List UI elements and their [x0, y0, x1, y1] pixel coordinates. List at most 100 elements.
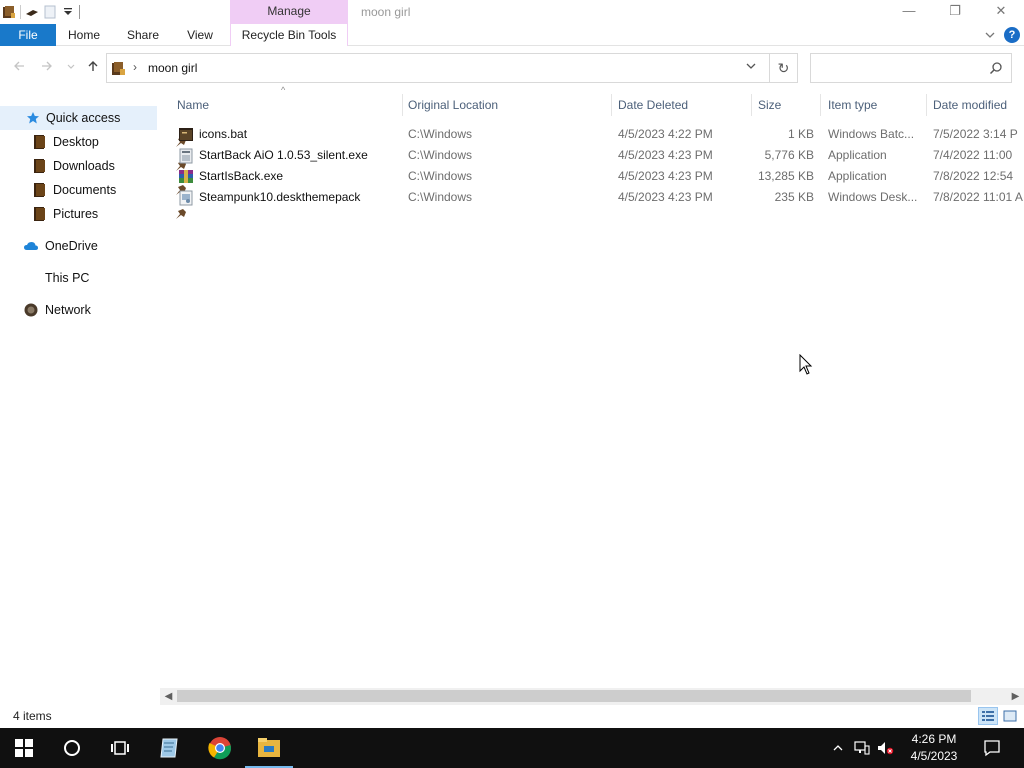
file-name: StartIsBack.exe — [199, 169, 284, 183]
details-view-button[interactable] — [978, 707, 998, 725]
tab-share[interactable]: Share — [122, 24, 164, 46]
file-location: C:\Windows — [408, 169, 473, 183]
customize-qat-chevron-icon[interactable] — [61, 5, 75, 19]
up-button[interactable] — [84, 58, 102, 78]
nav-quick-access[interactable]: Quick access — [0, 106, 157, 130]
window-title: moon girl — [361, 5, 411, 19]
column-header-original-location[interactable]: Original Location — [401, 94, 612, 116]
nav-label: This PC — [45, 271, 90, 285]
column-header-date-deleted[interactable]: Date Deleted — [611, 94, 752, 116]
exe-file-icon — [179, 148, 193, 163]
tab-home[interactable]: Home — [64, 24, 104, 46]
file-size: 13,285 KB — [757, 169, 814, 183]
horizontal-scrollbar[interactable]: ◀ ▶ — [160, 688, 1024, 705]
nav-downloads[interactable]: Downloads — [33, 154, 186, 178]
large-icons-view-button[interactable] — [1000, 707, 1020, 725]
file-date-deleted: 4/5/2023 4:22 PM — [618, 127, 713, 141]
title-bar: Manage moon girl — ❐ ✕ — [0, 0, 1024, 24]
file-size: 5,776 KB — [764, 148, 814, 162]
nav-network[interactable]: Network — [23, 298, 157, 322]
action-center-button[interactable] — [978, 728, 1006, 768]
nav-pictures[interactable]: Pictures — [33, 202, 186, 226]
address-bar[interactable]: › moon girl — [106, 53, 770, 83]
tab-view[interactable]: View — [182, 24, 218, 46]
file-name-cell[interactable]: Steampunk10.deskthemepack — [178, 187, 400, 208]
new-folder-icon[interactable] — [43, 5, 57, 19]
tab-recycle-bin-tools[interactable]: Recycle Bin Tools — [230, 24, 348, 46]
refresh-button[interactable]: ↻ — [770, 53, 798, 83]
forward-button[interactable] — [38, 58, 56, 78]
file-name: Steampunk10.deskthemepack — [199, 190, 361, 204]
volume-tray-button[interactable] — [874, 728, 896, 768]
nav-onedrive[interactable]: OneDrive — [23, 234, 157, 258]
file-row[interactable]: Steampunk10.deskthemepack C:\Windows 4/5… — [160, 187, 1024, 208]
file-date-modified: 7/8/2022 11:01 A — [933, 190, 1023, 204]
batch-file-icon — [179, 127, 193, 141]
address-dropdown-icon[interactable] — [745, 60, 757, 74]
file-row[interactable]: StartIsBack.exe C:\Windows 4/5/2023 4:23… — [160, 166, 1024, 187]
clock-time: 4:26 PM — [911, 732, 957, 746]
recent-locations-button[interactable] — [62, 58, 80, 78]
close-icon: ✕ — [995, 3, 1007, 18]
taskbar-app-file-explorer[interactable] — [245, 728, 293, 768]
close-button[interactable]: ✕ — [978, 0, 1024, 24]
chevron-down-icon[interactable] — [984, 30, 996, 40]
file-name: StartBack AiO 1.0.53_silent.exe — [199, 148, 368, 162]
file-name-cell[interactable]: StartIsBack.exe — [178, 166, 400, 187]
scroll-right-arrow-icon[interactable]: ▶ — [1007, 688, 1024, 705]
nav-label: Network — [45, 303, 91, 317]
file-name-cell[interactable]: icons.bat — [178, 124, 400, 145]
column-header-name[interactable]: Name — [170, 94, 403, 116]
file-name: icons.bat — [199, 127, 248, 141]
back-button[interactable] — [10, 58, 28, 78]
mouse-cursor-icon — [799, 354, 813, 375]
file-date-modified: 7/4/2022 11:00 — [933, 148, 1013, 162]
taskbar-app-chrome[interactable] — [196, 728, 244, 768]
pin-icon[interactable] — [174, 207, 188, 221]
chrome-icon — [208, 737, 232, 760]
maximize-button[interactable]: ❐ — [932, 0, 978, 24]
file-location: C:\Windows — [408, 127, 473, 141]
network-tray-button[interactable] — [851, 728, 873, 768]
file-row[interactable]: StartBack AiO 1.0.53_silent.exe C:\Windo… — [160, 145, 1024, 166]
speaker-muted-icon — [878, 742, 894, 755]
taskbar-clock[interactable]: 4:26 PM 4/5/2023 — [898, 731, 970, 765]
notification-icon — [984, 740, 1000, 757]
file-location: C:\Windows — [408, 190, 473, 204]
scroll-left-arrow-icon[interactable]: ◀ — [160, 688, 177, 705]
chevron-up-icon — [833, 745, 843, 751]
file-date-modified: 7/5/2022 3:14 P — [933, 127, 1018, 141]
properties-icon[interactable] — [25, 5, 39, 19]
file-size: 235 KB — [774, 190, 814, 204]
cortana-circle-icon — [64, 740, 80, 756]
column-header-size[interactable]: Size — [751, 94, 821, 116]
minimize-button[interactable]: — — [886, 0, 932, 24]
nav-this-pc[interactable]: This PC — [23, 266, 157, 290]
manage-contextual-tab[interactable]: Manage — [230, 0, 348, 24]
network-icon — [24, 303, 38, 317]
breadcrumb-separator[interactable]: › — [133, 60, 137, 74]
show-hidden-icons-button[interactable] — [829, 728, 847, 768]
file-row[interactable]: icons.bat C:\Windows 4/5/2023 4:22 PM 1 … — [160, 124, 1024, 145]
column-header-date-modified[interactable]: Date modified — [926, 94, 1024, 116]
help-icon[interactable]: ? — [1004, 27, 1020, 43]
folder-app-icon[interactable] — [2, 5, 16, 19]
nav-documents[interactable]: Documents — [33, 178, 186, 202]
up-arrow-icon — [88, 61, 98, 71]
search-button[interactable] — [48, 728, 96, 768]
taskbar-app-notepad[interactable] — [146, 728, 194, 768]
file-date-deleted: 4/5/2023 4:23 PM — [618, 190, 713, 204]
navigation-pane: Quick access Desktop Downloads Documents… — [0, 104, 186, 704]
file-name-cell[interactable]: StartBack AiO 1.0.53_silent.exe — [178, 145, 400, 166]
task-view-button[interactable] — [96, 728, 144, 768]
search-input[interactable] — [810, 53, 1012, 83]
nav-label: Documents — [53, 183, 117, 197]
breadcrumb-current[interactable]: moon girl — [148, 61, 197, 75]
scrollbar-thumb[interactable] — [177, 690, 971, 702]
tab-file[interactable]: File — [0, 24, 56, 46]
recent-chevron-icon — [67, 64, 75, 69]
file-location: C:\Windows — [408, 148, 473, 162]
column-header-item-type[interactable]: Item type — [821, 94, 927, 116]
nav-desktop[interactable]: Desktop — [33, 130, 186, 154]
start-button[interactable] — [0, 728, 48, 768]
